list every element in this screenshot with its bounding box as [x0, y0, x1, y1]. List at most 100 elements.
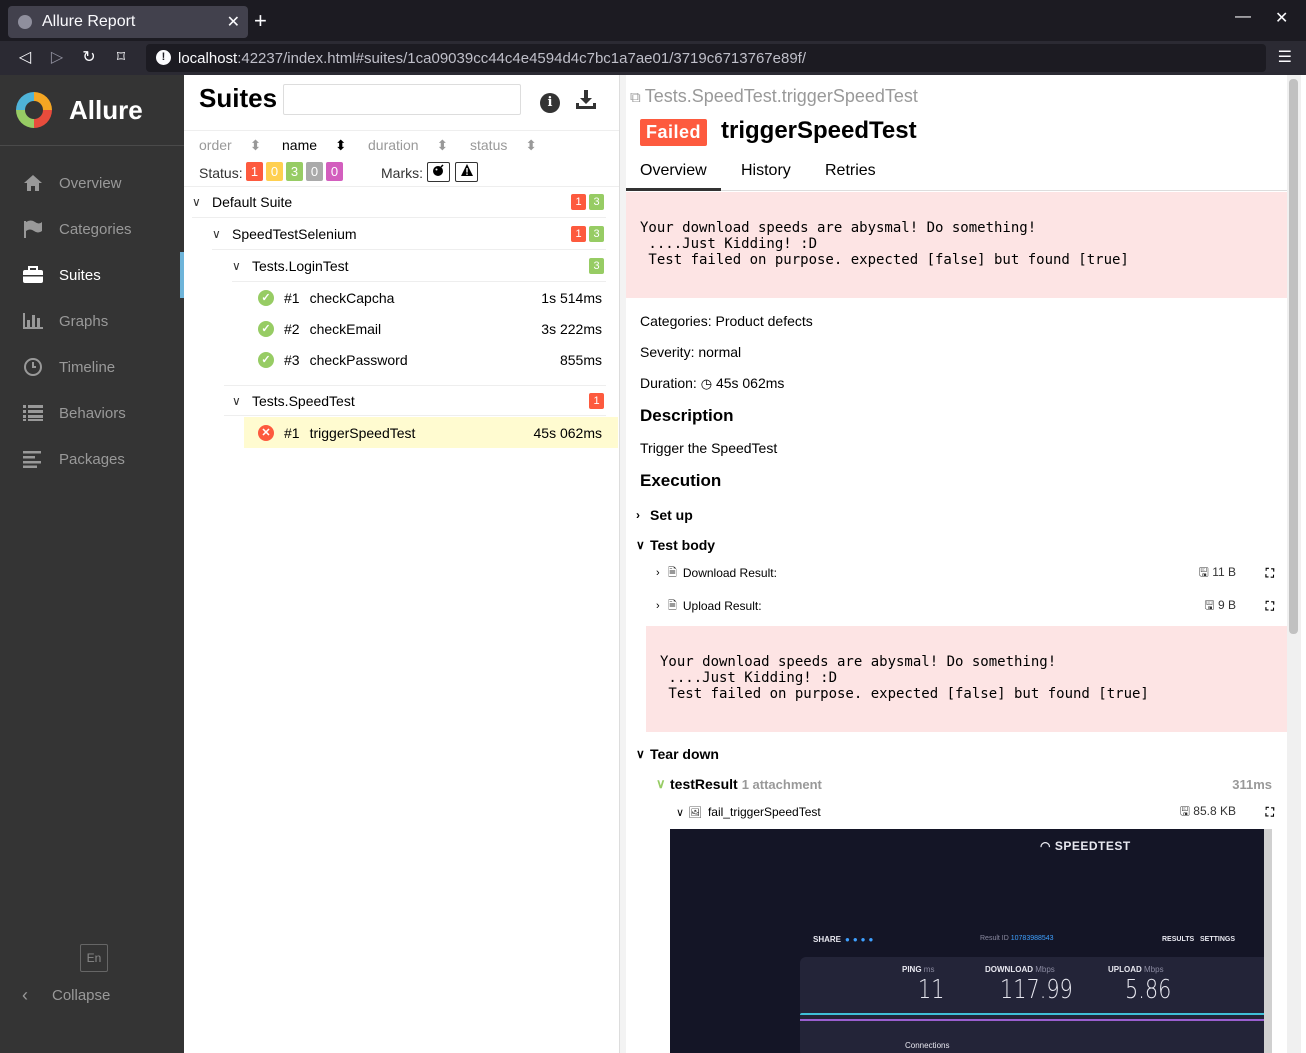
test-duration: 1s 514ms: [541, 289, 602, 306]
sort-name[interactable]: name ⬍: [282, 137, 347, 154]
file-icon: 🗎: [668, 599, 677, 612]
connections-label: Connections: [905, 1041, 950, 1050]
passed-filter-badge[interactable]: 3: [286, 162, 303, 181]
node-badges: 1: [589, 393, 604, 409]
bookmark-icon[interactable]: ⌑: [110, 47, 132, 67]
warning-icon[interactable]: [455, 162, 478, 182]
test-row[interactable]: ✓ #1 checkCapcha 1s 514ms: [244, 282, 618, 313]
expand-icon[interactable]: ⛶: [1266, 566, 1274, 581]
attachment-row[interactable]: › 🗎 Upload Result: 🖫 9 B ⛶: [656, 595, 1276, 617]
ping-unit: ms: [923, 965, 935, 974]
share-label: SHARE: [813, 935, 842, 944]
tab-overview[interactable]: Overview: [626, 162, 721, 191]
test-row[interactable]: ✓ #2 checkEmail 3s 222ms: [244, 313, 618, 344]
test-row-selected[interactable]: ✕ #1 triggerSpeedTest 45s 062ms: [244, 417, 618, 448]
tree-node-speedtest[interactable]: ∨ Tests.SpeedTest 1: [224, 385, 606, 416]
passed-icon: ✓: [258, 289, 274, 306]
align-left-icon: [22, 450, 44, 468]
node-label: Default Suite: [212, 194, 293, 210]
attachment-row[interactable]: › 🗎 Download Result: 🖫 11 B ⛶: [656, 562, 1276, 584]
skipped-filter-badge[interactable]: 0: [306, 162, 323, 181]
forward-icon[interactable]: ▷: [46, 47, 68, 67]
sidebar-item-overview[interactable]: Overview: [0, 160, 184, 206]
sort-status[interactable]: status ⬍: [470, 137, 537, 154]
sidebar-item-suites[interactable]: Suites: [0, 252, 184, 298]
url-bar[interactable]: ! localhost:42237/index.html#suites/1ca0…: [146, 44, 1266, 72]
section-label: Tear down: [650, 746, 719, 762]
sidebar-item-behaviors[interactable]: Behaviors: [0, 390, 184, 436]
language-button[interactable]: En: [80, 944, 108, 972]
tab-retries[interactable]: Retries: [825, 162, 876, 191]
test-body-section[interactable]: ∨ Test body: [636, 537, 715, 553]
search-input[interactable]: [283, 84, 521, 115]
status-badges: 1 0 3 0 0: [246, 162, 343, 181]
test-row[interactable]: ✓ #3 checkPassword 855ms: [244, 344, 618, 375]
failed-filter-badge[interactable]: 1: [246, 162, 263, 181]
sort-order[interactable]: order ⬍: [199, 137, 261, 154]
close-tab-icon[interactable]: ✕: [227, 12, 240, 32]
collapse-button[interactable]: ‹ Collapse: [22, 985, 110, 1006]
broken-filter-badge[interactable]: 0: [266, 162, 283, 181]
tree-node-loginttest[interactable]: ∨ Tests.LoginTest 3: [232, 251, 606, 282]
marks-label: Marks:: [381, 165, 423, 181]
test-duration: 855ms: [559, 351, 602, 368]
duration-row: Duration: ◷ 45s 062ms: [640, 375, 784, 392]
speedtest-screenshot: ◠ SPEEDTEST SHARE ●●●● Result ID 10783988…: [670, 829, 1272, 1053]
detail-scrollbar[interactable]: [1287, 75, 1301, 1053]
sidebar-item-graphs[interactable]: Graphs: [0, 298, 184, 344]
unknown-filter-badge[interactable]: 0: [326, 162, 343, 181]
sidebar-item-timeline[interactable]: Timeline: [0, 344, 184, 390]
tree-node-speedtestselenium[interactable]: ∨ SpeedTestSelenium 1 3: [212, 219, 606, 250]
speedtest-logo-text: SPEEDTEST: [1054, 839, 1131, 853]
download-icon[interactable]: [574, 89, 598, 117]
attachment-size-text: 11 B: [1212, 564, 1236, 579]
brand[interactable]: Allure: [0, 75, 184, 146]
speedtest-gauge-icon: ◠: [1040, 839, 1051, 853]
back-icon[interactable]: ◁: [14, 47, 36, 67]
teardown-section[interactable]: ∨ Tear down: [636, 746, 719, 762]
status-filter-row: Status: 1 0 3 0 0 Marks:: [184, 159, 619, 187]
screenshot-scrollbar[interactable]: [1264, 829, 1272, 1053]
sort-duration[interactable]: duration ⬍: [368, 137, 448, 154]
tree-node-default-suite[interactable]: ∨ Default Suite 1 3: [192, 187, 606, 218]
download-unit: Mbps: [1035, 965, 1055, 974]
step-row[interactable]: ∨ testResult 1 attachment 311ms: [656, 774, 1272, 794]
sort-icon: ⬍: [249, 137, 262, 153]
share-row: SHARE ●●●●: [813, 935, 876, 944]
setup-section[interactable]: › Set up: [636, 507, 693, 523]
expand-icon[interactable]: ⛶: [1266, 599, 1274, 614]
reload-icon[interactable]: ↻: [78, 47, 100, 67]
copy-icon[interactable]: ⧉: [630, 89, 641, 106]
expand-icon[interactable]: ⛶: [1266, 805, 1274, 820]
info-icon[interactable]: i: [540, 93, 560, 113]
tab-history[interactable]: History: [741, 162, 791, 191]
bomb-icon[interactable]: [427, 162, 450, 182]
scrollbar-thumb[interactable]: [1289, 79, 1298, 634]
error-message: Your download speeds are abysmal! Do som…: [626, 192, 1287, 298]
globe-icon: [18, 15, 32, 29]
suites-pane: Suites i order ⬍ name ⬍ duration ⬍ statu…: [184, 75, 620, 1053]
url-path: :42237/index.html#suites/1ca09039cc44c4e…: [237, 49, 807, 67]
minimize-icon[interactable]: —: [1235, 8, 1251, 26]
sort-icon: ⬍: [334, 137, 347, 153]
node-badges: 1 3: [571, 194, 604, 210]
test-duration: 3s 222ms: [541, 320, 602, 337]
sort-icon: ⬍: [525, 137, 537, 153]
site-info-icon[interactable]: !: [156, 50, 171, 65]
status-label: Status:: [199, 165, 243, 181]
sidebar-item-packages[interactable]: Packages: [0, 436, 184, 482]
ping-label-text: PING: [902, 965, 922, 974]
bar-chart-icon: [22, 312, 44, 330]
sidebar-item-categories[interactable]: Categories: [0, 206, 184, 252]
chevron-down-icon: ∨: [636, 538, 645, 552]
collapse-label: Collapse: [52, 987, 111, 1004]
section-label: Set up: [650, 507, 693, 523]
node-label: Tests.LoginTest: [252, 258, 349, 274]
browser-tab[interactable]: Allure Report ✕: [8, 6, 248, 38]
close-window-icon[interactable]: ✕: [1275, 8, 1288, 28]
new-tab-button[interactable]: +: [254, 10, 267, 32]
menu-icon[interactable]: ☰: [1278, 47, 1292, 67]
screenshot-attachment-row[interactable]: ∨ 🖼 fail_triggerSpeedTest 🖫 85.8 KB ⛶: [676, 801, 1276, 823]
duration-label: Duration:: [640, 375, 697, 391]
test-number: #1: [284, 289, 300, 306]
